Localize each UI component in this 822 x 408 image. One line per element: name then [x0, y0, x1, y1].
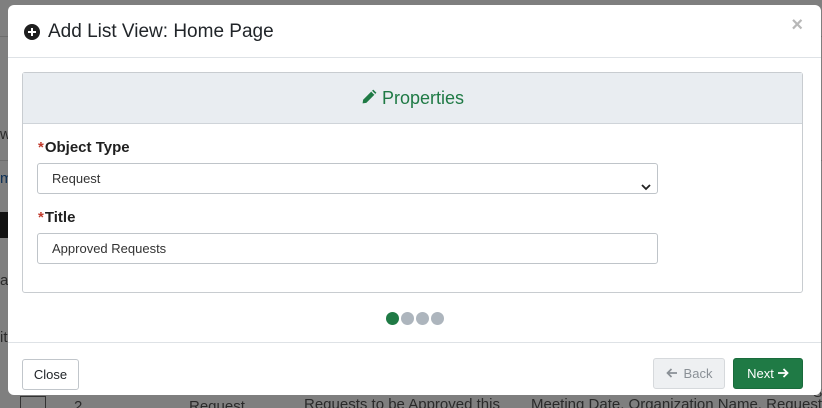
step-dot [400, 312, 414, 325]
properties-card: Properties *Object Type Request *Title A… [22, 72, 803, 293]
wizard-step-indicator [8, 312, 821, 326]
back-label: Back [683, 366, 713, 381]
object-type-value: Request [52, 171, 101, 186]
background-text: Requests to be Approved this [304, 396, 500, 408]
title-label: *Title [38, 209, 75, 226]
title-input-value: Approved Requests [52, 241, 167, 256]
background-checkbox [20, 396, 46, 408]
add-list-view-modal: Add List View: Home Page × Properties *O… [8, 5, 821, 395]
object-type-select[interactable]: Request [37, 163, 658, 194]
modal-header: Add List View: Home Page × [8, 5, 821, 58]
background-text: it [0, 329, 8, 346]
card-title: Properties [23, 73, 802, 124]
card-header: Properties [23, 73, 802, 124]
background-text: Meeting Date, Organization Name, Request [531, 396, 822, 408]
arrow-left-icon [665, 359, 678, 388]
object-type-label-text: Object Type [44, 139, 130, 156]
plus-circle-icon [24, 24, 40, 40]
close-icon[interactable]: × [791, 14, 803, 37]
step-dot [415, 312, 429, 325]
title-input[interactable]: Approved Requests [37, 233, 658, 264]
card-title-label: Properties [381, 88, 465, 108]
background-text: Request [189, 398, 245, 408]
background-text: 2 [74, 398, 83, 408]
object-type-label: *Object Type [38, 139, 130, 156]
arrow-right-icon [777, 359, 789, 388]
step-dot [385, 312, 399, 325]
background-dark-block [0, 212, 8, 238]
chevron-down-icon [641, 173, 651, 191]
next-label: Next [747, 366, 774, 381]
next-button[interactable]: Next [733, 358, 803, 389]
modal-title: Add List View: Home Page [48, 21, 274, 42]
required-marker: * [38, 209, 44, 226]
pencil-icon [361, 74, 378, 125]
title-label-text: Title [44, 209, 76, 226]
required-marker: * [38, 139, 44, 156]
step-dot [430, 312, 444, 325]
back-button[interactable]: Back [653, 358, 725, 389]
modal-footer: Close Back Next [8, 342, 821, 395]
close-button[interactable]: Close [22, 359, 79, 390]
